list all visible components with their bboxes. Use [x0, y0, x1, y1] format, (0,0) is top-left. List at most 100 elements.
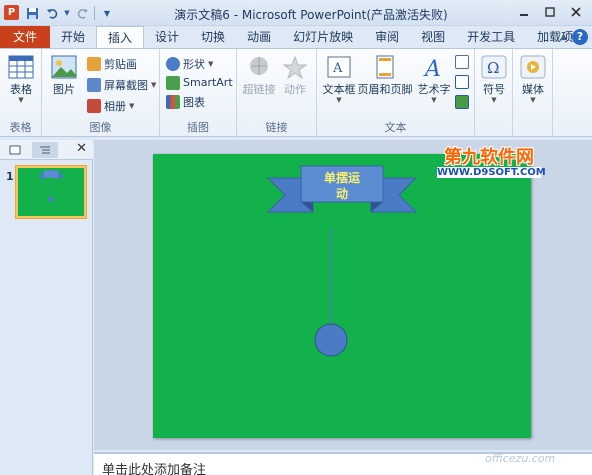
ribbon-minimize-icon[interactable]: ▲	[560, 32, 567, 42]
group-illustrations: 形状 ▼ SmartArt 图表 插图	[160, 49, 237, 138]
hyperlink-button[interactable]: 超链接	[239, 53, 279, 96]
tab-insert[interactable]: 插入	[96, 26, 145, 49]
picture-button[interactable]: 图片	[44, 53, 84, 96]
tab-transitions[interactable]: 切换	[190, 26, 236, 48]
album-button[interactable]: 相册 ▼	[87, 97, 134, 114]
slides-tab-icon[interactable]	[2, 142, 28, 158]
slide-thumbnail[interactable]	[16, 166, 86, 218]
media-icon	[519, 53, 547, 81]
tab-design[interactable]: 设计	[144, 26, 190, 48]
chevron-down-icon: ▼	[208, 59, 214, 68]
slide-editor: 单摆运 动	[94, 140, 592, 450]
album-icon	[87, 98, 101, 113]
textbox-label: 文本框	[322, 83, 356, 96]
symbol-button[interactable]: Ω 符号 ▼	[474, 53, 514, 104]
action-label: 动作	[284, 83, 306, 96]
textbox-icon: A	[325, 53, 353, 81]
smartart-label: SmartArt	[183, 76, 233, 89]
chart-button[interactable]: 图表	[166, 93, 205, 110]
object-icon	[455, 94, 469, 109]
powerpoint-app-icon[interactable]: P	[4, 5, 19, 20]
customize-qat-icon[interactable]: ▼	[99, 5, 115, 21]
redo-icon[interactable]	[74, 5, 90, 21]
tab-animations[interactable]: 动画	[236, 26, 282, 48]
group-text: A 文本框 ▼ 页眉和页脚 A 艺术字 ▼ 文本	[317, 49, 475, 138]
slide-number-button[interactable]	[455, 73, 469, 90]
action-button[interactable]: 动作	[275, 53, 315, 96]
header-footer-icon	[371, 53, 399, 81]
symbol-icon: Ω	[480, 53, 508, 81]
picture-label: 图片	[53, 83, 75, 96]
tab-developer[interactable]: 开发工具	[456, 26, 526, 48]
chevron-down-icon: ▼	[18, 96, 24, 104]
notes-placeholder: 单击此处添加备注	[102, 463, 207, 475]
smartart-icon	[166, 75, 180, 90]
tabs-right-controls: ▲ ?	[560, 29, 588, 45]
clipart-label: 剪贴画	[104, 57, 137, 71]
pendulum-bob	[314, 323, 348, 357]
shapes-icon	[166, 56, 180, 71]
media-button[interactable]: 媒体 ▼	[513, 53, 553, 104]
shapes-label: 形状	[183, 57, 205, 71]
ribbon: 表格 ▼ 表格 图片 剪贴画 屏幕截图 ▼ 相册 ▼ 图像 形状 ▼ Smart…	[0, 48, 592, 138]
ribbon-tabs-row: 文件 开始 插入 设计 切换 动画 幻灯片放映 审阅 视图 开发工具 加载项 ▲…	[0, 26, 592, 49]
group-symbols: Ω 符号 ▼	[475, 49, 513, 138]
window-controls	[512, 3, 588, 21]
hyperlink-icon	[245, 53, 273, 81]
wordart-label: 艺术字	[417, 83, 451, 96]
close-icon[interactable]: ✕	[76, 141, 87, 156]
chart-icon	[166, 94, 180, 109]
group-label-text: 文本	[384, 121, 407, 134]
date-time-button[interactable]	[455, 53, 469, 70]
group-label-links: 链接	[265, 121, 288, 134]
group-images: 图片 剪贴画 屏幕截图 ▼ 相册 ▼ 图像	[42, 49, 160, 138]
maximize-icon[interactable]	[538, 3, 562, 21]
date-time-icon	[455, 54, 469, 69]
help-icon[interactable]: ?	[572, 29, 588, 45]
ribbon-tabs: 开始 插入 设计 切换 动画 幻灯片放映 审阅 视图 开发工具 加载项	[50, 26, 584, 49]
tab-file[interactable]: 文件	[0, 26, 50, 48]
minimize-icon[interactable]	[512, 3, 536, 21]
chevron-down-icon: ▼	[491, 96, 497, 104]
clipart-icon	[87, 56, 101, 71]
watermark-corner: officezu.com	[485, 452, 556, 465]
chevron-down-icon: ▼	[336, 96, 342, 104]
clipart-button[interactable]: 剪贴画	[87, 55, 137, 72]
tab-slideshow[interactable]: 幻灯片放映	[282, 26, 364, 48]
close-icon[interactable]	[564, 3, 588, 21]
watermark-site-url: WWW.D9SOFT.COM	[437, 167, 546, 178]
tab-review[interactable]: 审阅	[364, 26, 410, 48]
banner-text-line2: 动	[336, 187, 348, 201]
chevron-down-icon: ▼	[151, 80, 157, 89]
group-label-images: 图像	[89, 121, 112, 134]
object-button[interactable]	[455, 93, 469, 110]
tab-view[interactable]: 视图	[410, 26, 456, 48]
slides-pane: ✕ 1	[0, 140, 93, 475]
symbol-label: 符号	[483, 83, 505, 96]
slide-number-label: 1	[6, 170, 14, 183]
chevron-down-icon: ▼	[431, 96, 437, 104]
undo-icon[interactable]	[44, 5, 60, 21]
header-footer-button[interactable]: 页眉和页脚	[358, 53, 413, 96]
group-links: 超链接 动作 链接	[237, 49, 317, 138]
hyperlink-label: 超链接	[242, 83, 276, 96]
screenshot-button[interactable]: 屏幕截图 ▼	[87, 76, 156, 93]
wordart-button[interactable]: A 艺术字 ▼	[414, 53, 454, 104]
smartart-button[interactable]: SmartArt	[166, 74, 233, 91]
chevron-down-icon: ▼	[129, 101, 135, 110]
table-button[interactable]: 表格 ▼	[1, 53, 41, 104]
chevron-down-icon[interactable]: ▼	[64, 5, 70, 21]
textbox-button[interactable]: A 文本框 ▼	[319, 53, 359, 104]
shapes-button[interactable]: 形状 ▼	[166, 55, 213, 72]
current-slide[interactable]: 单摆运 动	[153, 154, 531, 438]
table-label: 表格	[10, 83, 32, 96]
action-icon	[281, 53, 309, 81]
picture-icon	[50, 53, 78, 81]
slide-canvas: 单摆运 动	[266, 165, 418, 357]
svg-text:A: A	[423, 57, 441, 79]
chevron-down-icon: ▼	[530, 96, 536, 104]
tab-home[interactable]: 开始	[50, 26, 96, 48]
save-icon[interactable]	[24, 5, 40, 21]
screenshot-icon	[87, 77, 101, 92]
outline-tab-icon[interactable]	[32, 142, 58, 158]
